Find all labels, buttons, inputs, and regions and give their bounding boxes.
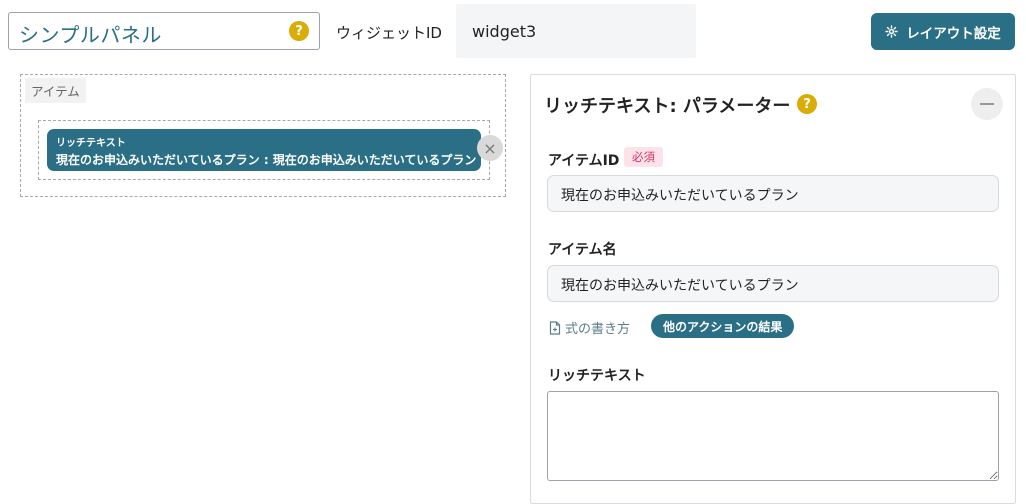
- help-glyph: ?: [295, 23, 303, 39]
- formula-help-label: 式の書き方: [565, 322, 631, 337]
- panel-title-input[interactable]: シンプルパネル ?: [8, 12, 320, 50]
- help-icon[interactable]: ?: [289, 21, 309, 41]
- item-name-field[interactable]: 現在のお申込みいただいているプラン: [547, 265, 999, 302]
- item-id-field[interactable]: 現在のお申込みいただいているプラン: [547, 175, 999, 212]
- other-action-result-label: 他のアクションの結果: [663, 319, 783, 334]
- items-label: アイテム: [25, 78, 86, 103]
- collapse-button[interactable]: [971, 88, 1003, 120]
- remove-item-button[interactable]: ×: [477, 135, 503, 161]
- gear-icon: [885, 25, 898, 38]
- item-id-label: アイテムID: [548, 153, 620, 169]
- required-badge: 必須: [624, 147, 663, 167]
- formula-help-link[interactable]: 式の書き方: [549, 318, 630, 337]
- item-chip-text: 現在のお申込みいただいているプラン : 現在のお申込みいただいているプラン: [56, 153, 477, 167]
- item-chip[interactable]: リッチテキスト 現在のお申込みいただいているプラン : 現在のお申込みいただいて…: [47, 129, 481, 171]
- layout-settings-button[interactable]: レイアウト設定: [871, 13, 1015, 50]
- help-icon[interactable]: ?: [797, 94, 817, 114]
- item-chip-type: リッチテキスト: [56, 138, 126, 149]
- layout-settings-label: レイアウト設定: [906, 25, 1001, 42]
- other-action-result-button[interactable]: 他のアクションの結果: [651, 314, 795, 338]
- item-name-label: アイテム名: [548, 242, 617, 258]
- help-glyph: ?: [803, 96, 811, 112]
- widget-id-value: widget3: [472, 22, 537, 41]
- items-container: アイテム リッチテキスト 現在のお申込みいただいているプラン : 現在のお申込み…: [20, 74, 506, 197]
- item-name-value: 現在のお申込みいただいているプラン: [561, 278, 799, 294]
- parameter-panel-title: リッチテキスト: パラメーター: [544, 96, 791, 117]
- richtext-label: リッチテキスト: [548, 368, 646, 384]
- close-icon: ×: [483, 138, 497, 158]
- minus-icon: [980, 103, 994, 105]
- parameter-panel: リッチテキスト: パラメーター ? アイテムID 必須 現在のお申込みいただいて…: [530, 74, 1016, 504]
- richtext-textarea[interactable]: [547, 391, 999, 481]
- item-id-value: 現在のお申込みいただいているプラン: [561, 188, 799, 204]
- widget-id-label: ウィジェットID: [336, 24, 442, 42]
- panel-title-text: シンプルパネル: [19, 23, 162, 47]
- widget-id-field[interactable]: widget3: [456, 4, 696, 58]
- item-slot: リッチテキスト 現在のお申込みいただいているプラン : 現在のお申込みいただいて…: [38, 120, 490, 180]
- document-icon: [549, 320, 561, 335]
